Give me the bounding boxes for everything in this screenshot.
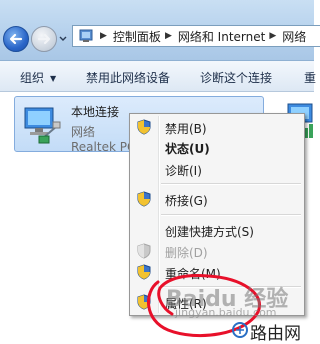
- back-button[interactable]: [3, 26, 29, 52]
- title-bar: ▶ 控制面板 ▶ 网络和 Internet ▶ 网络: [0, 0, 320, 61]
- diagnose-connection-button[interactable]: 诊断这个连接: [200, 69, 272, 86]
- recent-pages-chevron-icon[interactable]: [59, 35, 67, 43]
- menu-item-label: 禁用(B): [165, 122, 207, 136]
- disable-device-button[interactable]: 禁用此网络设备: [86, 69, 170, 86]
- organize-menu-button[interactable]: 组织 ▼: [20, 69, 56, 86]
- watermark-url: jingyan.baidu.com: [175, 306, 277, 319]
- back-arrow-icon: [9, 33, 23, 45]
- chevron-down-icon: ▼: [50, 74, 57, 83]
- rename-connection-button[interactable]: 重: [304, 69, 316, 86]
- uac-shield-icon: [137, 191, 151, 207]
- router-logo-icon: [232, 322, 248, 338]
- menu-item-create-shortcut[interactable]: 创建快捷方式(S): [132, 220, 302, 240]
- control-panel-icon: [76, 26, 96, 46]
- network-adapter-icon: [24, 107, 61, 144]
- uac-shield-icon: [137, 119, 151, 135]
- address-bar[interactable]: ▶ 控制面板 ▶ 网络和 Internet ▶ 网络: [72, 25, 320, 47]
- connection-device: Realtek PC: [71, 140, 136, 154]
- organize-label: 组织: [20, 71, 45, 85]
- menu-item-label: 诊断(I): [165, 164, 202, 178]
- menu-item-status[interactable]: 状态(U): [132, 137, 302, 157]
- breadcrumb-separator-icon[interactable]: ▶: [100, 31, 107, 41]
- connection-status: 网络: [71, 125, 96, 139]
- router-watermark: 路由网: [250, 324, 301, 344]
- uac-shield-icon: [137, 243, 151, 259]
- breadcrumb-separator-icon[interactable]: ▶: [269, 31, 276, 41]
- forward-arrow-icon: [37, 33, 51, 45]
- menu-separator: [161, 183, 301, 185]
- connection-name: 本地连接: [71, 105, 120, 119]
- menu-item-label: 创建快捷方式(S): [165, 225, 254, 239]
- menu-item-label: 状态(U): [165, 142, 210, 156]
- breadcrumb-separator-icon[interactable]: ▶: [165, 31, 172, 41]
- menu-item-bridge[interactable]: 桥接(G): [132, 189, 302, 209]
- breadcrumb-control-panel[interactable]: 控制面板: [113, 28, 161, 45]
- command-toolbar: 组织 ▼ 禁用此网络设备 诊断这个连接 重: [0, 61, 316, 92]
- menu-item-diagnose[interactable]: 诊断(I): [132, 159, 302, 179]
- menu-item-label: 删除(D): [165, 246, 208, 260]
- breadcrumb-network[interactable]: 网络: [282, 28, 306, 45]
- menu-separator: [161, 214, 301, 216]
- menu-item-label: 桥接(G): [165, 194, 208, 208]
- menu-item-disable[interactable]: 禁用(B): [132, 117, 302, 137]
- breadcrumb-network-internet[interactable]: 网络和 Internet: [178, 28, 265, 45]
- forward-button[interactable]: [31, 26, 57, 52]
- menu-item-delete: 删除(D): [132, 241, 302, 261]
